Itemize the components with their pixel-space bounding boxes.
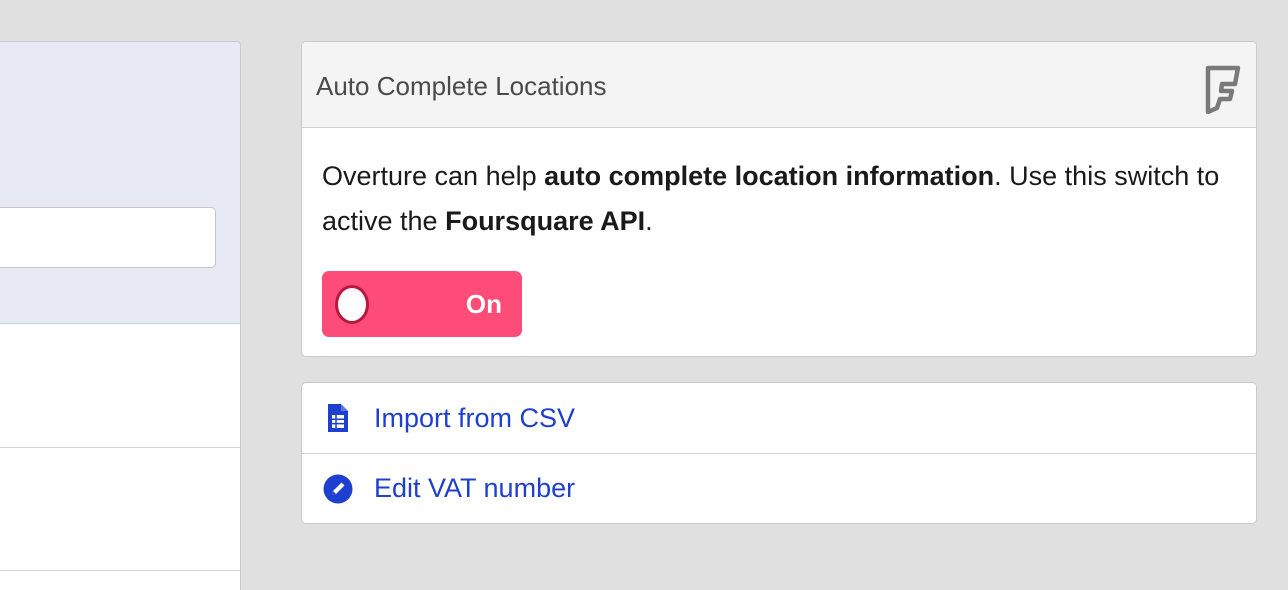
edit-vat-link[interactable]: Edit VAT number [302, 453, 1256, 523]
pencil-icon [323, 473, 353, 505]
spreadsheet-icon [323, 402, 353, 434]
auto-complete-highlight: auto complete location information [544, 161, 995, 191]
auto-complete-header: Auto Complete Locations [302, 42, 1256, 128]
auto-complete-title: Auto Complete Locations [316, 71, 607, 101]
import-csv-label[interactable]: Import from CSV [374, 403, 575, 434]
foursquare-icon [1205, 65, 1241, 114]
auto-complete-description: Overture can help auto complete location… [322, 161, 1220, 236]
left-panel-input[interactable] [0, 207, 216, 268]
foursquare-toggle[interactable]: On [322, 271, 522, 337]
import-csv-link[interactable]: Import from CSV [302, 383, 1256, 453]
left-panel-header [0, 42, 240, 324]
left-panel [0, 41, 241, 590]
actions-card: Import from CSV Edit VAT number [301, 382, 1257, 524]
left-panel-divider [0, 570, 240, 571]
left-panel-divider [0, 447, 240, 448]
auto-complete-card: Auto Complete Locations Overture can hel… [301, 41, 1257, 357]
toggle-knob[interactable] [335, 285, 369, 324]
toggle-label: On [465, 289, 502, 319]
edit-vat-label[interactable]: Edit VAT number [374, 473, 575, 504]
foursquare-api-highlight: Foursquare API [445, 206, 646, 236]
